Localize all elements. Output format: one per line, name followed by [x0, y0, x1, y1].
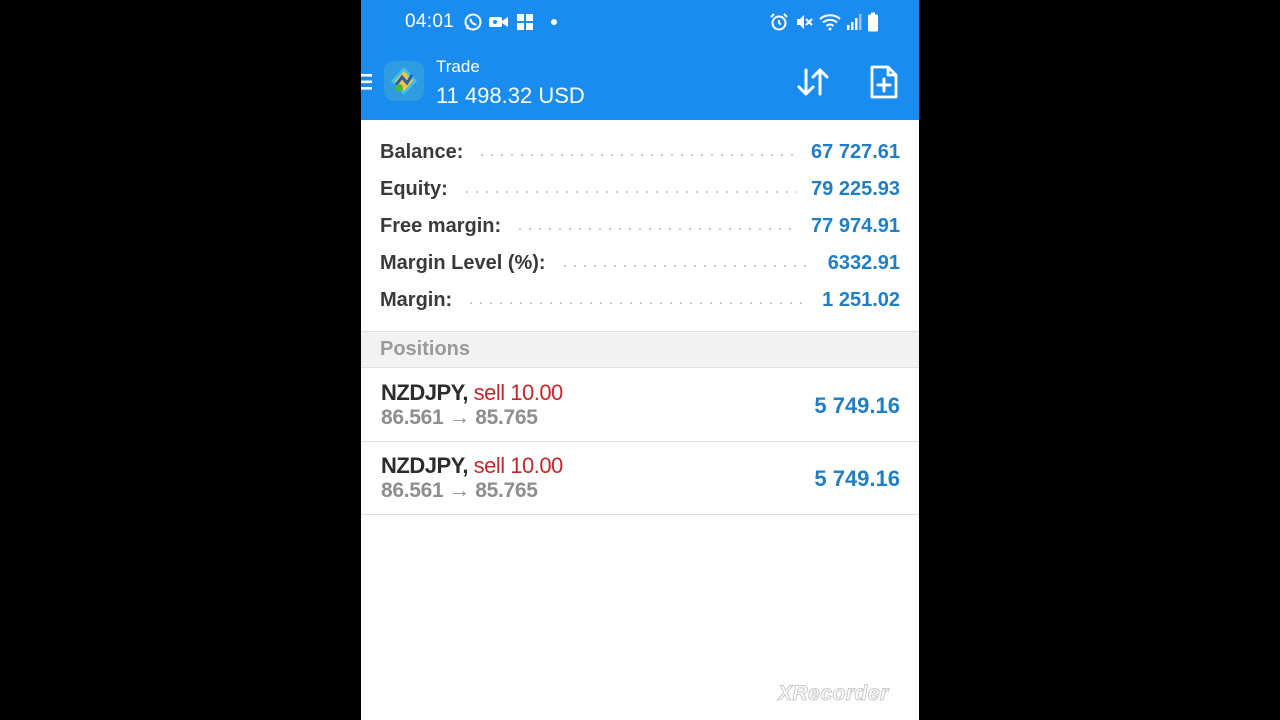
position-prices: 86.561 → 85.765 — [381, 479, 538, 502]
summary-label: Margin: — [380, 288, 453, 311]
position-profit: 5 749.16 — [814, 393, 900, 418]
summary-label: Balance: — [380, 140, 464, 163]
summary-row-equity: Equity: 79 225.93 — [380, 174, 900, 204]
summary-row-margin: Margin: 1 251.02 — [380, 285, 900, 315]
summary-value: 6332.91 — [827, 251, 900, 274]
summary-row-free-margin: Free margin: 77 974.91 — [380, 211, 900, 241]
positions-header-label: Positions — [380, 338, 471, 360]
status-right-icons — [769, 11, 879, 33]
mute-icon — [794, 12, 814, 32]
app-title: Trade — [436, 57, 480, 76]
position-profit: 5 749.16 — [814, 466, 900, 491]
app-bar: Trade 11 498.32 USD — [361, 44, 919, 120]
xrecorder-watermark: XRecorder — [778, 682, 889, 706]
position-row[interactable]: NZDJPY, sell 10.00 86.561 → 85.765 5 749… — [361, 369, 919, 442]
position-prices: 86.561 → 85.765 — [381, 406, 538, 429]
summary-label: Margin Level (%): — [380, 251, 546, 274]
summary-value: 1 251.02 — [822, 288, 900, 311]
app-logo-icon — [384, 61, 424, 101]
phone-screen: 04:01 Trade 11 498.32 USD Balance: 67 72… — [361, 0, 919, 720]
account-summary: Balance: 67 727.61 Equity: 79 225.93 Fre… — [361, 120, 919, 331]
whatsapp-icon — [463, 12, 483, 32]
notification-dot-icon — [550, 18, 558, 26]
summary-value: 79 225.93 — [811, 177, 900, 200]
wifi-icon — [819, 13, 841, 31]
position-separator: , — [462, 380, 468, 405]
account-equity-header: 11 498.32 USD — [436, 83, 585, 108]
status-bar: 04:01 — [361, 0, 919, 44]
dotted-leader — [461, 191, 798, 193]
position-row[interactable]: NZDJPY, sell 10.00 86.561 → 85.765 5 749… — [361, 442, 919, 515]
summary-label: Equity: — [380, 177, 448, 200]
position-title: NZDJPY, sell 10.00 — [381, 380, 563, 406]
gallery-icon — [515, 12, 535, 32]
position-title: NZDJPY, sell 10.00 — [381, 453, 563, 479]
summary-row-balance: Balance: 67 727.61 — [380, 137, 900, 167]
position-symbol: NZDJPY — [381, 453, 463, 478]
summary-label: Free margin: — [380, 214, 502, 237]
battery-icon — [867, 12, 879, 32]
status-left-icons — [463, 11, 558, 33]
dotted-leader — [466, 302, 809, 304]
dotted-leader — [515, 228, 798, 230]
position-side-volume: sell 10.00 — [473, 380, 564, 405]
menu-icon[interactable] — [361, 71, 375, 93]
summary-row-margin-level: Margin Level (%): 6332.91 — [380, 248, 900, 278]
summary-value: 77 974.91 — [811, 214, 900, 237]
position-side-volume: sell 10.00 — [473, 453, 564, 478]
positions-section-header: Positions — [361, 331, 919, 368]
dotted-leader — [477, 154, 798, 156]
position-separator: , — [462, 453, 468, 478]
signal-icon — [846, 13, 862, 31]
status-time: 04:01 — [405, 11, 455, 32]
sort-arrows-icon[interactable] — [793, 64, 833, 100]
video-camera-icon — [488, 13, 510, 31]
dotted-leader — [559, 265, 814, 267]
summary-value: 67 727.61 — [811, 140, 900, 163]
position-symbol: NZDJPY — [381, 380, 463, 405]
alarm-icon — [769, 12, 789, 32]
new-order-icon[interactable] — [867, 64, 901, 100]
